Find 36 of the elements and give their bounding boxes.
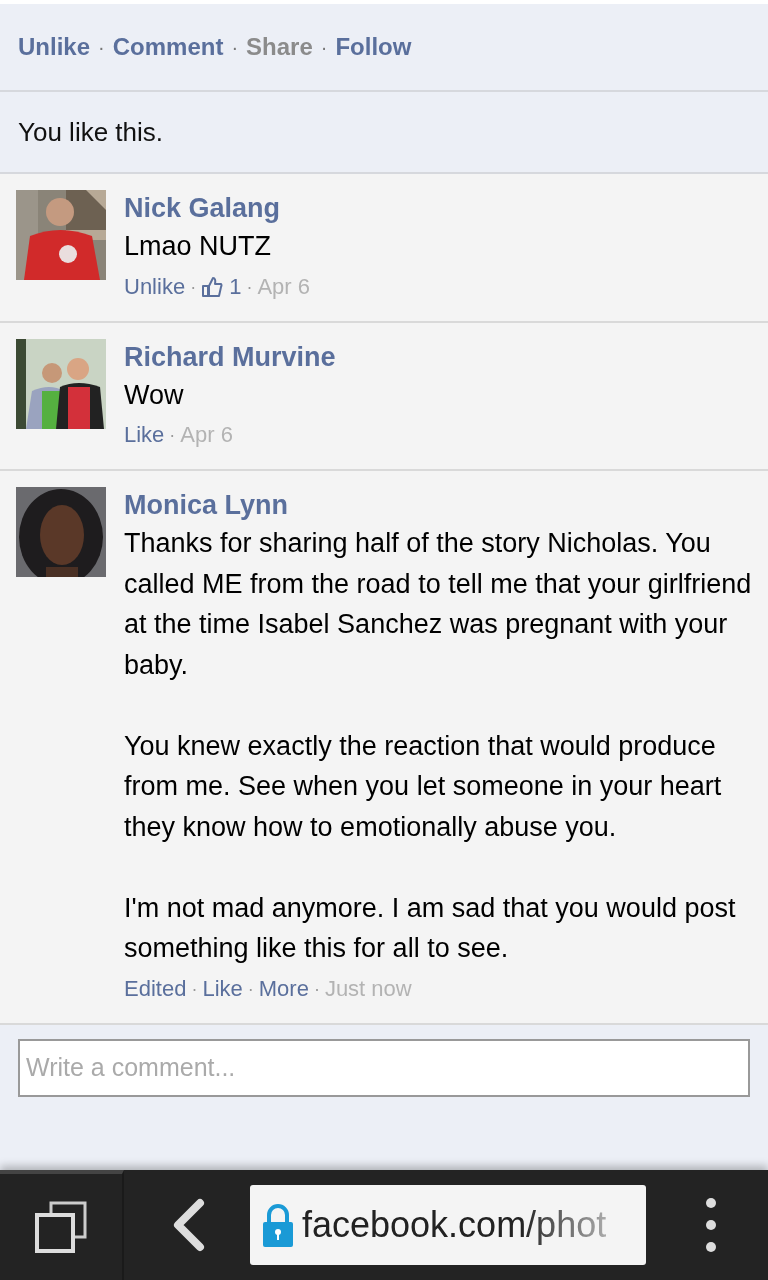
comment-action-link[interactable]: Edited bbox=[124, 968, 187, 1009]
comment-action-link[interactable]: Like bbox=[124, 415, 165, 455]
likes-summary: You like this. bbox=[18, 116, 164, 148]
comment-action-link[interactable]: More bbox=[258, 968, 309, 1009]
commenter-name[interactable]: Richard Murvine bbox=[124, 338, 336, 375]
address-bar[interactable]: facebook.com/phot bbox=[250, 1185, 646, 1265]
commenter-name[interactable]: Monica Lynn bbox=[124, 487, 288, 523]
separator-dot: · bbox=[169, 424, 176, 447]
comment-action-link[interactable]: Unlike bbox=[124, 266, 186, 307]
post-action-link[interactable]: Follow bbox=[335, 33, 412, 61]
thumbs-up-icon bbox=[201, 275, 224, 298]
separator-dot: · bbox=[246, 275, 253, 299]
comment-input-field[interactable]: Write a comment... bbox=[18, 1038, 750, 1097]
comment-text: Lmao NUTZ bbox=[124, 230, 273, 263]
more-options-icon[interactable] bbox=[704, 1195, 718, 1255]
lock-icon bbox=[262, 1203, 294, 1247]
tabs-icon[interactable] bbox=[33, 1199, 89, 1255]
comment-time: Apr 6 bbox=[180, 421, 233, 449]
commenter-name[interactable]: Nick Galang bbox=[124, 190, 281, 226]
separator-dot: · bbox=[320, 35, 328, 59]
comment-action-link[interactable]: Like bbox=[202, 968, 243, 1009]
post-action-link[interactable]: Comment bbox=[112, 33, 224, 61]
comment-time: Apr 6 bbox=[257, 272, 310, 301]
comment-time: Just now bbox=[324, 974, 412, 1003]
comment-text: I'm not mad anymore. I am sad that you would post something like this for all to see. bbox=[124, 891, 737, 965]
separator-dot: · bbox=[190, 275, 197, 299]
separator-dot: · bbox=[247, 977, 254, 1001]
like-count: 1 bbox=[229, 272, 242, 301]
comment-text: Thanks for sharing half of the story Nicholas. You called ME from the road to tell me that your girlfriend at the time Isabel Sanchez was pregnant with your baby. bbox=[124, 527, 752, 682]
separator-dot: · bbox=[191, 977, 198, 1001]
separator-dot: · bbox=[231, 35, 239, 59]
comment-text: Wow bbox=[124, 378, 185, 412]
comment-text: You knew exactly the reaction that would produce from me. See when you let someone in your heart they know how to emotionally abuse you. bbox=[124, 729, 723, 844]
separator-dot: · bbox=[313, 977, 320, 1001]
separator-dot: · bbox=[98, 35, 105, 59]
post-action-link[interactable]: Unlike bbox=[18, 33, 91, 61]
